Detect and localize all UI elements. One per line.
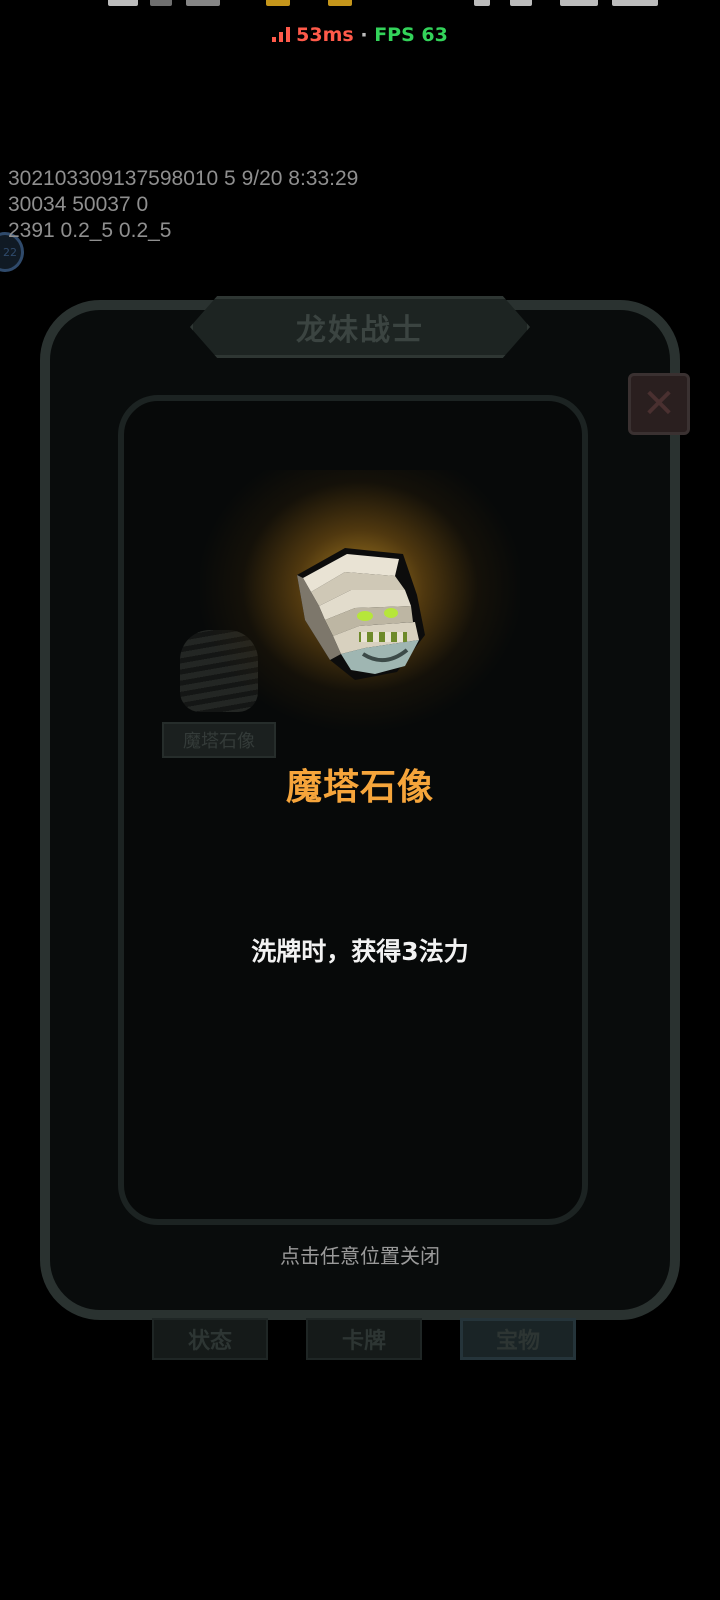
stats-separator: ·	[360, 24, 368, 46]
tab-status-label: 状态	[187, 1329, 232, 1354]
close-hint[interactable]: 点击任意位置关闭	[0, 1240, 720, 1269]
artifact-name: 魔塔石像	[285, 767, 434, 808]
panel-title-plate: 龙妹战士	[190, 296, 530, 358]
tab-cards-label: 卡牌	[341, 1329, 386, 1354]
fps-value: FPS 63	[374, 24, 448, 46]
tab-treasures-label: 宝物	[495, 1329, 540, 1354]
signal-bars-icon	[272, 27, 291, 42]
debug-line-1: 302103309137598010 5 9/20 8:33:29	[8, 167, 359, 190]
network-stats: 53ms · FPS 63	[0, 24, 720, 46]
close-button[interactable]: ✕	[628, 373, 690, 435]
status-bar	[0, 0, 720, 10]
debug-info: 302103309137598010 5 9/20 8:33:29 30034 …	[8, 166, 358, 244]
tab-cards[interactable]: 卡牌	[306, 1318, 422, 1360]
tab-treasures[interactable]: 宝物	[460, 1318, 576, 1360]
tiki-totem-icon	[297, 548, 425, 680]
avatar-label: 22	[3, 245, 17, 259]
debug-line-2: 30034 50037 0	[8, 193, 149, 216]
tab-status[interactable]: 状态	[152, 1318, 268, 1360]
debug-line-3: 2391 0.2_5 0.2_5	[8, 219, 172, 242]
ping-value: 53ms	[296, 24, 354, 46]
artifact-chip-label: 魔塔石像	[183, 731, 255, 752]
artifact-description: 洗牌时，获得3法力	[251, 937, 469, 966]
close-icon: ✕	[642, 381, 676, 427]
panel-title: 龙妹战士	[296, 313, 424, 348]
